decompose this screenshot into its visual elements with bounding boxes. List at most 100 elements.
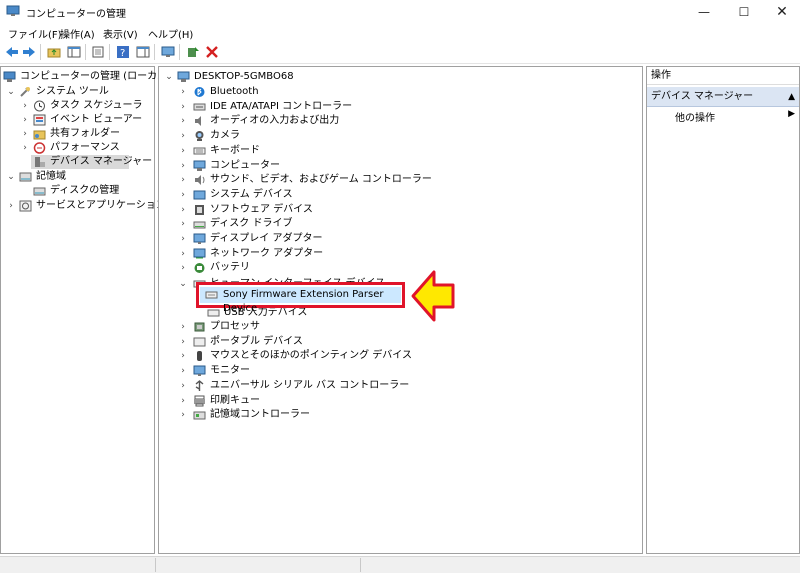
status-divider — [155, 558, 156, 572]
tree-item-storage[interactable]: ⌄ 記憶域 — [3, 170, 153, 184]
tree-item-computer-root[interactable]: ⌄ DESKTOP-5GMBO68 — [162, 70, 462, 84]
chevron-right-icon[interactable]: › — [179, 335, 187, 349]
minimize-button[interactable]: — — [686, 0, 722, 24]
uninstall-device-icon[interactable] — [204, 44, 220, 60]
pointer-arrow-icon — [411, 270, 455, 322]
tree-item-sony-firmware-device[interactable]: Sony Firmware Extension Parser Device — [200, 287, 401, 314]
collapse-arrow-icon[interactable]: ▲ — [788, 87, 795, 107]
keyboard-icon — [193, 147, 206, 155]
chevron-right-icon[interactable]: › — [179, 188, 187, 202]
up-folder-icon[interactable] — [46, 44, 62, 60]
chevron-right-icon[interactable]: › — [179, 349, 187, 363]
tree-item-portable-devices[interactable]: › ポータブル デバイス — [162, 335, 502, 349]
chevron-right-icon[interactable]: › — [179, 144, 187, 158]
chevron-right-icon[interactable]: › — [179, 408, 187, 422]
software-device-icon — [195, 204, 204, 215]
chevron-right-icon[interactable]: › — [21, 113, 29, 127]
tree-item-network-adapters[interactable]: › ネットワーク アダプター — [162, 247, 502, 261]
maximize-button[interactable]: ☐ — [726, 0, 762, 24]
update-driver-icon[interactable] — [185, 44, 201, 60]
chevron-right-icon[interactable]: › — [179, 100, 187, 114]
chevron-right-icon[interactable]: › — [179, 217, 187, 231]
chevron-right-icon[interactable]: › — [21, 127, 29, 141]
actions-header: 操作 — [647, 67, 799, 85]
more-actions-item[interactable]: 他の操作 — [675, 109, 715, 124]
menu-action[interactable]: 操作(A) — [60, 26, 95, 41]
menu-file[interactable]: ファイル(F) — [8, 26, 62, 41]
actions-pane: 操作 デバイス マネージャー ▲ 他の操作 ▶ — [646, 66, 800, 554]
tree-item-storage-controllers[interactable]: › 記憶域コントローラー — [162, 408, 502, 422]
show-hide-console-tree-icon[interactable] — [66, 44, 82, 60]
tree-item-event-viewer[interactable]: › イベント ビューアー — [3, 113, 153, 127]
chevron-right-icon[interactable]: › — [179, 261, 187, 275]
chevron-down-icon[interactable]: ⌄ — [165, 70, 173, 84]
tree-label: ディスプレイ アダプター — [210, 233, 323, 244]
toolbar: ? — [0, 41, 800, 64]
controller-icon — [193, 103, 206, 111]
help-icon[interactable]: ? — [115, 44, 131, 60]
chevron-right-icon[interactable]: › — [7, 199, 15, 213]
tree-item-disk-management[interactable]: ディスクの管理 — [3, 184, 153, 198]
tree-item-bluetooth[interactable]: › Bluetooth — [162, 85, 502, 99]
tree-item-camera[interactable]: › カメラ — [162, 129, 502, 143]
menu-help[interactable]: ヘルプ(H) — [148, 26, 193, 41]
action-pane-icon[interactable] — [135, 44, 151, 60]
tree-item-device-manager[interactable]: デバイス マネージャー — [31, 155, 152, 169]
status-bar — [0, 556, 800, 573]
monitor-icon — [193, 365, 206, 377]
tree-item-computer-management[interactable]: コンピューターの管理 (ローカル) — [3, 70, 171, 84]
chevron-right-icon[interactable]: › — [179, 247, 187, 261]
tree-item-keyboard[interactable]: › キーボード — [162, 144, 502, 158]
forward-icon[interactable] — [21, 44, 37, 60]
tree-item-shared-folders[interactable]: › 共有フォルダー — [3, 127, 153, 141]
chevron-right-icon[interactable]: › — [179, 320, 187, 334]
submenu-arrow-icon[interactable]: ▶ — [788, 109, 795, 119]
chevron-right-icon[interactable]: › — [179, 129, 187, 143]
chevron-right-icon[interactable]: › — [179, 394, 187, 408]
tree-item-disk-drives[interactable]: › ディスク ドライブ — [162, 217, 502, 231]
monitor-icon[interactable] — [160, 44, 176, 60]
close-button[interactable]: ✕ — [764, 0, 800, 24]
tree-item-monitors[interactable]: › モニター — [162, 364, 502, 378]
back-icon[interactable] — [4, 44, 20, 60]
tree-item-print-queues[interactable]: › 印刷キュー — [162, 394, 502, 408]
properties-icon[interactable] — [90, 44, 106, 60]
actions-section-device-manager[interactable]: デバイス マネージャー ▲ — [647, 87, 799, 107]
tree-item-system-devices[interactable]: › システム デバイス — [162, 188, 502, 202]
tree-item-services-applications[interactable]: › サービスとアプリケーション — [3, 199, 166, 213]
chevron-right-icon[interactable]: › — [21, 99, 29, 113]
display-adapter-icon — [193, 233, 206, 244]
tree-item-ide-ata[interactable]: › IDE ATA/ATAPI コントローラー — [162, 100, 502, 114]
chevron-right-icon[interactable]: › — [21, 141, 29, 155]
tree-item-performance[interactable]: › パフォーマンス — [3, 141, 153, 155]
tree-item-computer[interactable]: › コンピューター — [162, 159, 502, 173]
tree-item-usb-controllers[interactable]: › ユニバーサル シリアル バス コントローラー — [162, 379, 502, 393]
tree-item-sound-video[interactable]: › サウンド、ビデオ、およびゲーム コントローラー — [162, 173, 502, 187]
tree-item-software-devices[interactable]: › ソフトウェア デバイス — [162, 203, 502, 217]
chevron-right-icon[interactable]: › — [179, 203, 187, 217]
tree-item-display-adapters[interactable]: › ディスプレイ アダプター — [162, 232, 502, 246]
tree-item-audio-io[interactable]: › オーディオの入力および出力 — [162, 114, 502, 128]
tree-item-mice[interactable]: › マウスとそのほかのポインティング デバイス — [162, 349, 502, 363]
chevron-right-icon[interactable]: › — [179, 173, 187, 187]
clock-icon — [34, 100, 45, 112]
menu-view[interactable]: 表示(V) — [103, 26, 138, 41]
chevron-right-icon[interactable]: › — [179, 85, 187, 99]
chevron-right-icon[interactable]: › — [179, 379, 187, 393]
chevron-down-icon[interactable]: ⌄ — [7, 170, 15, 184]
chevron-right-icon[interactable]: › — [179, 364, 187, 378]
tree-label: Sony Firmware Extension Parser Device — [223, 289, 384, 314]
tree-label: ユニバーサル シリアル バス コントローラー — [210, 379, 410, 391]
hid-device-icon — [205, 291, 218, 299]
tree-label: IDE ATA/ATAPI コントローラー — [210, 100, 353, 112]
speaker-icon — [195, 175, 205, 186]
tree-item-system-tools[interactable]: ⌄ システム ツール — [3, 85, 153, 99]
chevron-down-icon[interactable]: ⌄ — [7, 85, 15, 99]
chevron-right-icon[interactable]: › — [179, 232, 187, 246]
chevron-down-icon[interactable]: ⌄ — [179, 277, 187, 291]
tree-label: バッテリ — [210, 262, 250, 274]
computer-management-icon — [6, 5, 20, 16]
chevron-right-icon[interactable]: › — [179, 159, 187, 173]
tree-item-task-scheduler[interactable]: › タスク スケジューラ — [3, 99, 153, 113]
chevron-right-icon[interactable]: › — [179, 114, 187, 128]
